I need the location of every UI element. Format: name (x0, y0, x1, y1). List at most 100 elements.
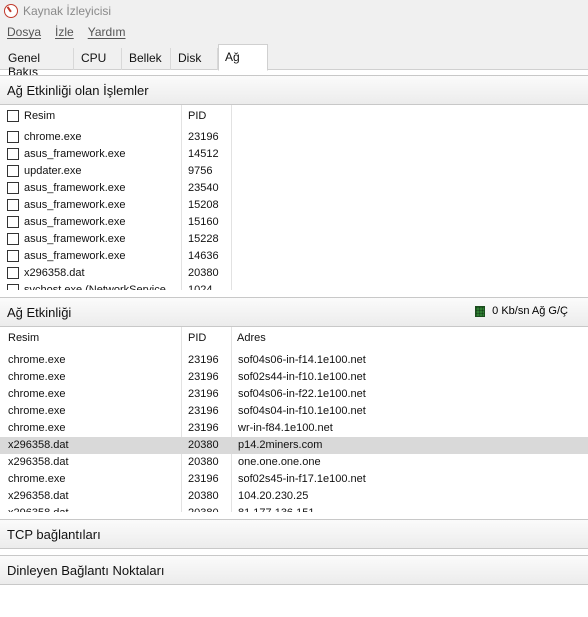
network-pid: 20380 (188, 456, 219, 468)
process-row[interactable]: updater.exe 9756 (0, 163, 588, 180)
tcp-section-header[interactable]: TCP bağlantıları (0, 519, 588, 549)
network-row[interactable]: chrome.exe 23196 sof04s04-in-f10.1e100.net (0, 403, 588, 420)
network-image: chrome.exe (8, 405, 66, 417)
tab-network[interactable]: Ağ (218, 44, 268, 71)
tab-memory[interactable]: Bellek (123, 48, 171, 70)
process-image: updater.exe (24, 165, 82, 177)
network-pid: 23196 (188, 422, 219, 434)
network-section-title: Ağ Etkinliği (7, 304, 72, 320)
process-row[interactable]: x296358.dat 20380 (0, 265, 588, 282)
network-address: 104.20.230.25 (238, 490, 309, 502)
network-address: p14.2miners.com (238, 439, 323, 451)
column-pid[interactable]: PID (188, 105, 206, 128)
menu-dosya[interactable]: Dosya (7, 25, 41, 39)
column-address[interactable]: Adres (237, 327, 266, 350)
processes-panel: Resim PID chrome.exe 23196 asus_framework.… (0, 105, 588, 290)
network-address: 81.177.136.151 (238, 507, 314, 512)
network-address: sof04s04-in-f10.1e100.net (238, 405, 366, 417)
network-address: one.one.one.one (238, 456, 321, 468)
tab-disk[interactable]: Disk (172, 48, 218, 70)
process-checkbox[interactable] (7, 131, 19, 143)
menu-yardim[interactable]: Yardım (88, 25, 126, 39)
network-row[interactable]: x296358.dat 20380 one.one.one.one (0, 454, 588, 471)
network-image: chrome.exe (8, 371, 66, 383)
network-column-header: Resim PID Adres (0, 327, 588, 350)
network-address: sof02s44-in-f10.1e100.net (238, 371, 366, 383)
process-row[interactable]: asus_framework.exe 15160 (0, 214, 588, 231)
network-io-label: 0 Kb/sn Ağ G/Ç (492, 305, 568, 317)
network-pid: 23196 (188, 405, 219, 417)
network-pid: 20380 (188, 439, 219, 451)
tab-cpu[interactable]: CPU (75, 48, 122, 70)
network-row[interactable]: chrome.exe 23196 sof02s44-in-f10.1e100.net (0, 369, 588, 386)
processes-column-header: Resim PID (0, 105, 588, 128)
process-row[interactable]: asus_framework.exe 23540 (0, 180, 588, 197)
network-pid: 23196 (188, 354, 219, 366)
network-row[interactable]: chrome.exe 23196 sof04s06-in-f22.1e100.net (0, 386, 588, 403)
process-pid: 15160 (188, 216, 219, 228)
network-row[interactable]: chrome.exe 23196 sof02s45-in-f17.1e100.net (0, 471, 588, 488)
process-checkbox[interactable] (7, 182, 19, 194)
process-checkbox[interactable] (7, 216, 19, 228)
network-pid: 20380 (188, 507, 219, 512)
menu-bar: Dosya İzle Yardım (0, 22, 588, 42)
resource-monitor-icon (4, 4, 18, 18)
title-bar: Kaynak İzleyicisi (0, 0, 588, 22)
process-checkbox[interactable] (7, 250, 19, 262)
process-row[interactable]: asus_framework.exe 14636 (0, 248, 588, 265)
network-image: x296358.dat (8, 456, 69, 468)
process-pid: 9756 (188, 165, 213, 177)
process-image: asus_framework.exe (24, 216, 126, 228)
network-image: chrome.exe (8, 422, 66, 434)
listening-section-title: Dinleyen Bağlantı Noktaları (7, 562, 165, 578)
process-row[interactable]: asus_framework.exe 14512 (0, 146, 588, 163)
process-row[interactable]: asus_framework.exe 15208 (0, 197, 588, 214)
network-pid: 23196 (188, 473, 219, 485)
process-image: asus_framework.exe (24, 182, 126, 194)
network-row[interactable]: chrome.exe 23196 sof04s06-in-f14.1e100.net (0, 352, 588, 369)
network-pid: 23196 (188, 371, 219, 383)
process-checkbox[interactable] (7, 165, 19, 177)
network-address: sof04s06-in-f22.1e100.net (238, 388, 366, 400)
process-row[interactable]: svchost.exe (NetworkService 1024 (0, 282, 588, 290)
network-row[interactable]: x296358.dat 20380 104.20.230.25 (0, 488, 588, 505)
process-image: chrome.exe (24, 131, 82, 143)
network-address: wr-in-f84.1e100.net (238, 422, 333, 434)
process-image: x296358.dat (24, 267, 85, 279)
select-all-checkbox[interactable] (7, 110, 19, 122)
tab-overview[interactable]: Genel Bakış (2, 48, 74, 79)
process-pid: 23540 (188, 182, 219, 194)
column-pid[interactable]: PID (188, 327, 206, 350)
network-row[interactable]: x296358.dat 20380 p14.2miners.com (0, 437, 588, 454)
process-checkbox[interactable] (7, 233, 19, 245)
network-pid: 20380 (188, 490, 219, 502)
network-image: x296358.dat (8, 507, 69, 512)
process-row[interactable]: chrome.exe 23196 (0, 129, 588, 146)
network-image: chrome.exe (8, 473, 66, 485)
network-section-header[interactable]: Ağ Etkinliği 0 Kb/sn Ağ G/Ç (0, 297, 588, 327)
network-row[interactable]: x296358.dat 20380 81.177.136.151 (0, 505, 588, 512)
process-pid: 23196 (188, 131, 219, 143)
network-row[interactable]: chrome.exe 23196 wr-in-f84.1e100.net (0, 420, 588, 437)
process-checkbox[interactable] (7, 284, 19, 290)
network-pid: 23196 (188, 388, 219, 400)
network-image: x296358.dat (8, 490, 69, 502)
tcp-section-title: TCP bağlantıları (7, 526, 101, 542)
process-checkbox[interactable] (7, 148, 19, 160)
column-image[interactable]: Resim (24, 105, 55, 128)
process-row[interactable]: asus_framework.exe 15228 (0, 231, 588, 248)
process-pid: 15208 (188, 199, 219, 211)
column-image[interactable]: Resim (8, 327, 39, 350)
listening-section-header[interactable]: Dinleyen Bağlantı Noktaları (0, 555, 588, 585)
processes-section-header[interactable]: Ağ Etkinliği olan İşlemler (0, 75, 588, 105)
menu-izle[interactable]: İzle (55, 25, 74, 39)
process-image: svchost.exe (NetworkService (24, 284, 166, 290)
window-title: Kaynak İzleyicisi (23, 4, 112, 18)
process-pid: 15228 (188, 233, 219, 245)
process-pid: 20380 (188, 267, 219, 279)
process-pid: 14512 (188, 148, 219, 160)
process-image: asus_framework.exe (24, 199, 126, 211)
process-checkbox[interactable] (7, 199, 19, 211)
process-image: asus_framework.exe (24, 148, 126, 160)
process-checkbox[interactable] (7, 267, 19, 279)
